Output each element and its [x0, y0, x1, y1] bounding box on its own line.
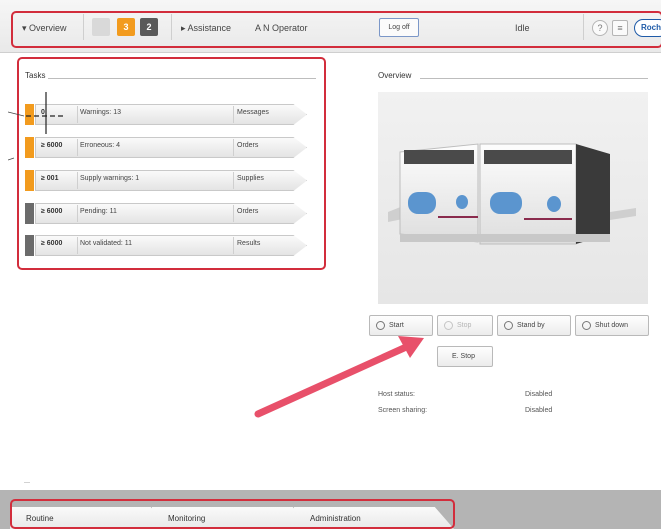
stop-button[interactable]: Stop: [437, 315, 493, 336]
analyzer-illustration: [388, 143, 636, 245]
highlight-nav: [10, 499, 455, 529]
standby-button[interactable]: Stand by: [497, 315, 571, 336]
shutdown-button[interactable]: Shut down: [575, 315, 649, 336]
crosshair-cursor-icon: [8, 92, 66, 161]
shutdown-icon: [582, 321, 591, 330]
stop-label: Stop: [457, 322, 472, 329]
highlight-tasks: [17, 57, 326, 270]
shutdown-label: Shut down: [595, 322, 629, 329]
scroll-marker: —: [24, 480, 30, 486]
highlight-topbar: [11, 11, 661, 48]
host-status-label: Host status:: [378, 391, 415, 398]
standby-label: Stand by: [517, 322, 545, 329]
stop-icon: [444, 321, 453, 330]
instrument-image: [378, 92, 648, 304]
emergency-stop-label: E. Stop: [452, 353, 475, 360]
host-status-value: Disabled: [525, 391, 553, 398]
overview-title-line: [420, 78, 648, 79]
start-button[interactable]: Start: [369, 315, 433, 336]
start-icon: [376, 321, 385, 330]
emergency-stop-button[interactable]: E. Stop: [437, 346, 493, 367]
overview-title: Overview: [378, 71, 412, 80]
screen-sharing-value: Disabled: [525, 407, 553, 414]
start-label: Start: [389, 322, 404, 329]
power-icon: [504, 321, 513, 330]
screen-sharing-label: Screen sharing:: [378, 407, 428, 414]
